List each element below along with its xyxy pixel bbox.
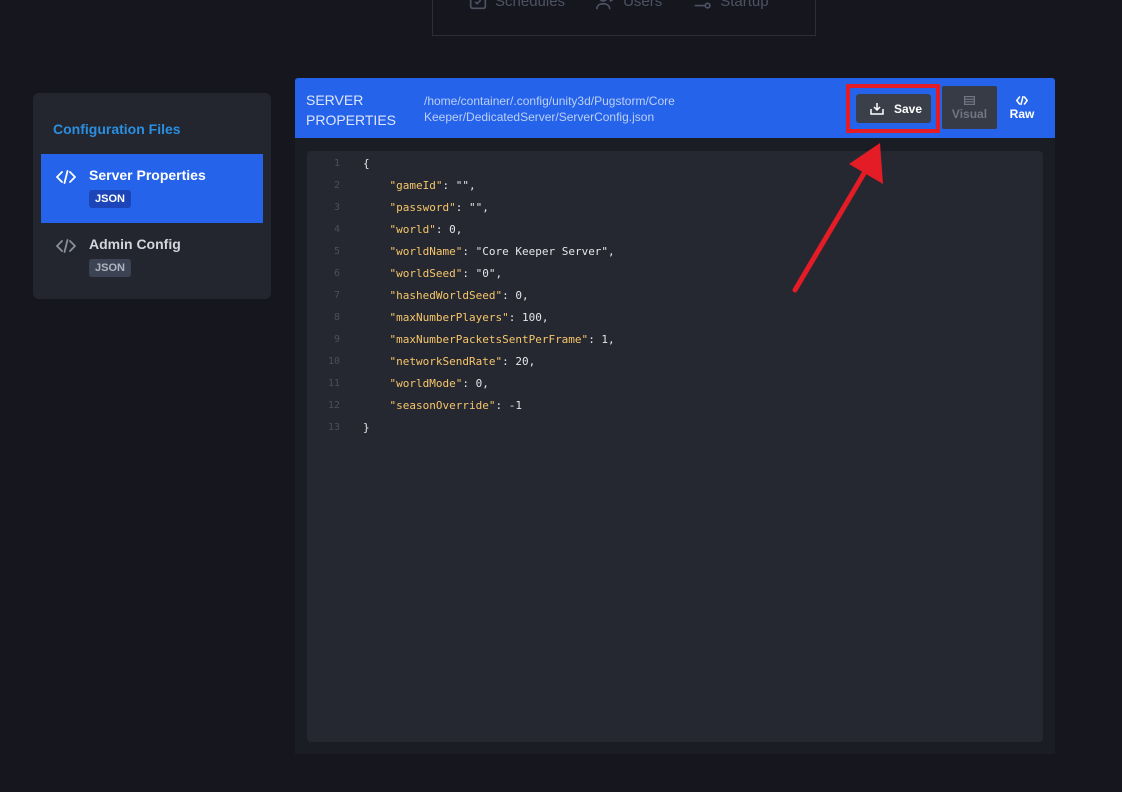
line-number: 3 xyxy=(333,202,340,213)
code-text: { xyxy=(363,157,370,170)
view-raw-button[interactable]: Raw xyxy=(999,86,1045,129)
nav-item-schedules[interactable]: Schedules xyxy=(467,0,565,12)
line-number: 10 xyxy=(327,356,340,367)
json-value: : 0, xyxy=(502,289,529,302)
line-number: 7 xyxy=(333,290,340,301)
table-icon xyxy=(964,96,975,105)
line-number: 11 xyxy=(327,378,340,389)
nav-label: Schedules xyxy=(495,0,566,10)
line-number: 8 xyxy=(333,312,340,323)
nav-label: Users xyxy=(623,0,663,10)
json-value: { xyxy=(363,157,370,170)
raw-label: Raw xyxy=(1009,107,1035,121)
json-key: "gameId" xyxy=(389,179,443,192)
line-number: 6 xyxy=(333,268,340,279)
json-value: : 1, xyxy=(588,333,615,346)
code-line: 12 "seasonOverride": -1 xyxy=(307,397,1043,419)
code-line: 2 "gameId": "", xyxy=(307,177,1043,199)
json-value: : 20, xyxy=(502,355,536,368)
sidebar-item-label: Server Properties xyxy=(89,167,206,183)
code-line: 9 "maxNumberPacketsSentPerFrame": 1, xyxy=(307,331,1043,353)
sidebar-item-label: Admin Config xyxy=(89,236,181,252)
line-number: 4 xyxy=(333,224,340,235)
line-number: 2 xyxy=(333,180,340,191)
code-line: 6 "worldSeed": "0", xyxy=(307,265,1043,287)
visual-label: Visual xyxy=(951,107,988,121)
code-text: "hashedWorldSeed": 0, xyxy=(363,289,529,302)
code-line: 8 "maxNumberPlayers": 100, xyxy=(307,309,1043,331)
code-icon xyxy=(1016,96,1028,105)
json-value: : "", xyxy=(455,201,489,214)
json-value: : "", xyxy=(442,179,476,192)
code-text: "maxNumberPlayers": 100, xyxy=(363,311,549,324)
code-text: "worldMode": 0, xyxy=(363,377,489,390)
sliders-icon xyxy=(694,2,711,9)
code-line: 11 "worldMode": 0, xyxy=(307,375,1043,397)
code-line: 7 "hashedWorldSeed": 0, xyxy=(307,287,1043,309)
code-text: "world": 0, xyxy=(363,223,463,236)
nav-label: Startup xyxy=(720,0,769,10)
line-number: 5 xyxy=(333,246,340,257)
code-text: "worldSeed": "0", xyxy=(363,267,503,280)
sidebar-item-admin-config[interactable]: Admin Config JSON xyxy=(41,223,263,292)
code-text: "seasonOverride": -1 xyxy=(363,399,522,412)
json-value: : 100, xyxy=(508,311,549,324)
json-value: : -1 xyxy=(495,399,522,412)
json-key: "world" xyxy=(389,223,436,236)
view-visual-button[interactable]: Visual xyxy=(942,86,997,129)
code-editor[interactable]: 1{2 "gameId": "", 3 "password": "", 4 "wor… xyxy=(307,151,1043,742)
code-line: 13} xyxy=(307,419,1043,441)
file-type-badge: JSON xyxy=(89,259,131,277)
code-line: 1{ xyxy=(307,155,1043,177)
code-line: 5 "worldName": "Core Keeper Server", xyxy=(307,243,1043,265)
code-icon xyxy=(56,239,76,253)
top-nav: Schedules Users Startup xyxy=(432,0,816,36)
code-line: 3 "password": "", xyxy=(307,199,1043,221)
line-number: 12 xyxy=(327,400,340,411)
json-value: } xyxy=(363,421,370,434)
json-value: : "0", xyxy=(462,267,503,280)
file-type-badge: JSON xyxy=(89,190,131,208)
file-editor-panel: SERVER PROPERTIES /home/container/.confi… xyxy=(295,78,1055,754)
panel-header: SERVER PROPERTIES /home/container/.confi… xyxy=(295,78,1055,138)
panel-title: SERVER PROPERTIES xyxy=(306,92,396,128)
code-text: "gameId": "", xyxy=(363,179,476,192)
line-number: 13 xyxy=(327,422,340,433)
json-value: : "Core Keeper Server", xyxy=(462,245,615,258)
calendar-check-icon xyxy=(469,0,487,10)
code-text: "maxNumberPacketsSentPerFrame": 1, xyxy=(363,333,615,346)
json-key: "hashedWorldSeed" xyxy=(389,289,503,302)
code-text: } xyxy=(363,421,370,434)
json-key: "worldMode" xyxy=(389,377,463,390)
sidebar-title: Configuration Files xyxy=(53,121,181,137)
code-line: 4 "world": 0, xyxy=(307,221,1043,243)
code-line: 10 "networkSendRate": 20, xyxy=(307,353,1043,375)
file-path: /home/container/.config/unity3d/Pugstorm… xyxy=(424,94,675,124)
json-key: "networkSendRate" xyxy=(389,355,503,368)
nav-item-users[interactable]: Users xyxy=(595,0,662,12)
line-number: 1 xyxy=(333,158,340,169)
json-key: "seasonOverride" xyxy=(389,399,496,412)
config-files-sidebar: Configuration Files Server Properties JS… xyxy=(33,93,271,299)
line-number: 9 xyxy=(333,334,340,345)
json-value: : 0, xyxy=(435,223,463,236)
sidebar-item-server-properties[interactable]: Server Properties JSON xyxy=(41,154,263,223)
users-icon xyxy=(596,0,614,10)
nav-item-startup[interactable]: Startup xyxy=(692,0,769,12)
json-value: : 0, xyxy=(462,377,489,390)
json-key: "worldName" xyxy=(389,245,463,258)
code-text: "password": "", xyxy=(363,201,489,214)
code-text: "networkSendRate": 20, xyxy=(363,355,536,368)
json-key: "maxNumberPlayers" xyxy=(389,311,509,324)
json-key: "maxNumberPacketsSentPerFrame" xyxy=(389,333,589,346)
code-icon xyxy=(56,170,76,184)
json-key: "password" xyxy=(389,201,456,214)
json-key: "worldSeed" xyxy=(389,267,463,280)
highlight-box xyxy=(846,84,940,133)
code-text: "worldName": "Core Keeper Server", xyxy=(363,245,615,258)
